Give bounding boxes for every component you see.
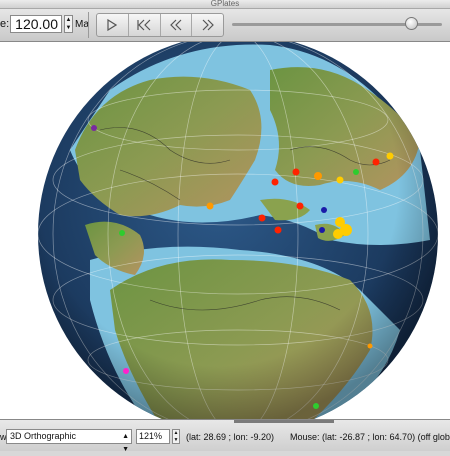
time-label: e: [0,18,10,30]
rewind-to-start-icon [137,19,151,31]
time-toolbar: e: 120.00 ▲ ▼ Ma [0,9,450,42]
map-point[interactable] [353,169,359,175]
map-point[interactable] [313,403,319,409]
globe-viewport[interactable] [0,42,450,419]
step-back-icon [170,19,182,31]
map-point[interactable] [386,152,394,160]
time-spinner[interactable]: ▲ ▼ [64,15,73,33]
horizontal-scroll-indicator[interactable] [234,420,334,423]
map-point[interactable] [333,229,343,239]
zoom-input[interactable]: 121% [136,429,170,444]
map-point[interactable] [91,125,97,131]
projection-value: 3D Orthographic [10,431,77,441]
status-bar: w: 3D Orthographic ▲ ▼ 121% ▲ ▼ (lat: 28.6… [0,419,450,453]
window-titlebar: GPlates [0,0,450,9]
mouse-coordinates: Mouse: (lat: -26.87 ; lon: 64.70) (off g… [290,432,450,442]
map-point[interactable] [206,202,214,210]
globe-canvas[interactable] [0,42,450,419]
time-slider-thumb[interactable] [404,17,418,30]
zoom-spinner[interactable]: ▲ ▼ [172,429,180,444]
projection-select[interactable]: 3D Orthographic ▲ ▼ [6,429,132,453]
play-button[interactable] [97,14,129,36]
step-forward-icon [202,19,214,31]
map-point[interactable] [296,202,304,210]
animation-controls [96,13,224,37]
map-point[interactable] [274,226,282,234]
toolbar-separator [88,12,89,38]
step-back-button[interactable] [161,14,193,36]
map-point[interactable] [314,172,322,180]
reconstruction-time-input[interactable]: 120.00 [10,15,62,33]
map-point[interactable] [119,230,125,236]
window-title: GPlates [210,0,240,8]
camera-coordinates: (lat: 28.69 ; lon: -9.20) [186,432,275,442]
map-point[interactable] [321,207,327,213]
map-point[interactable] [367,343,373,349]
map-point[interactable] [292,168,300,176]
time-unit: Ma [75,19,89,30]
map-point[interactable] [336,176,344,184]
rewind-to-start-button[interactable] [129,14,161,36]
map-point[interactable] [372,158,380,166]
map-point[interactable] [258,214,266,222]
globe-shading [38,42,438,419]
chevron-up-down-icon: ▲ ▼ [122,433,129,453]
map-point[interactable] [271,178,279,186]
map-point[interactable] [319,227,325,233]
map-point[interactable] [123,368,129,374]
play-icon [107,19,118,31]
step-forward-button[interactable] [192,14,223,36]
